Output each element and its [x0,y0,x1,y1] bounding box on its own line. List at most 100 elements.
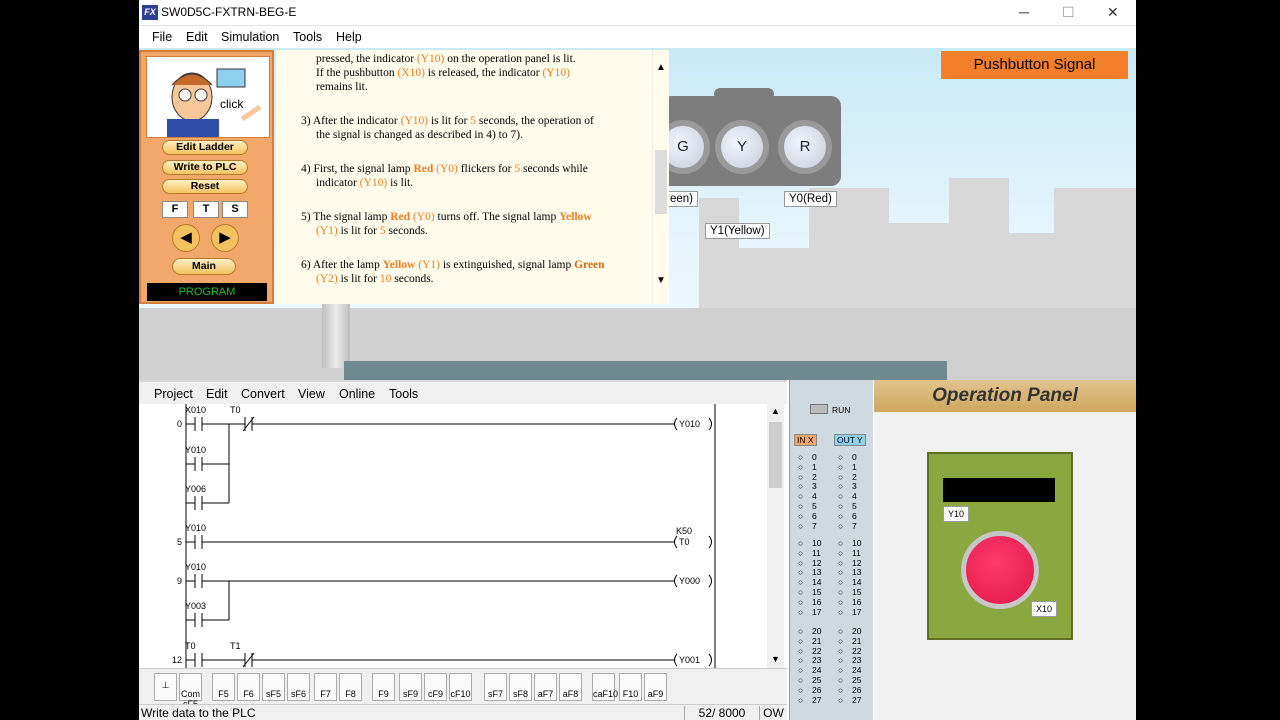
toolbar-button[interactable]: cF9 [424,673,447,701]
toolbar-button[interactable]: sF5 [262,673,285,701]
toolbar-button[interactable]: F10 [619,673,642,701]
contact-label: Y010 [185,445,207,455]
input-number: 21 [812,635,822,646]
write-to-plc-button[interactable]: Write to PLC [162,160,248,175]
output-number: 6 [852,510,857,521]
toolbar-button[interactable]: F9 [372,673,395,701]
menu-tools-ladder[interactable]: Tools [389,387,418,401]
toolbar-button[interactable]: F8 [339,673,362,701]
run-led [810,404,828,414]
building [809,188,889,328]
text: is lit. [387,177,414,189]
output-led: ○ [838,461,844,472]
ladder-menubar: Project Edit Convert View Online Tools [139,380,787,404]
text: remains lit. [316,81,368,93]
output-y-header: OUT Y [834,434,866,446]
text: seconds. [391,273,434,285]
reset-button[interactable]: Reset [162,179,248,194]
close-button[interactable]: ✕ [1107,4,1119,21]
menu-view[interactable]: View [298,387,325,401]
main-button[interactable]: Main [172,258,236,275]
ladder-scrollbar[interactable]: ▲ ▼ [767,404,784,668]
input-number: 27 [812,694,822,705]
input-number: 11 [812,547,821,558]
red-lamp: R [778,120,832,174]
toolbar-button[interactable]: aF8 [559,673,582,701]
control-box: Y10 X10 [927,452,1073,640]
input-number: 2 [812,471,817,482]
toolbar-button[interactable]: F5 [212,673,235,701]
scroll-up-icon[interactable]: ▲ [771,406,780,416]
text: Green [574,259,605,271]
lesson-scrollbar[interactable]: ▲ ▼ [652,50,669,304]
scroll-down-icon[interactable]: ▼ [656,275,666,286]
ladder-diagram[interactable]: 0 X010 T0 Y010 Y010 Y006 5 Y010 K50 T0 9… [139,404,787,668]
scroll-up-icon[interactable]: ▲ [656,62,666,73]
previous-arrow-icon[interactable]: ◀ [172,224,200,252]
maximize-button[interactable]: ☐ [1062,4,1075,21]
output-led: ○ [838,501,844,511]
menu-tools[interactable]: Tools [293,30,322,44]
step-number: 5 [177,537,183,547]
scroll-thumb[interactable] [769,422,782,488]
toolbar-tool-icon[interactable]: ⊥ [154,673,177,701]
input-number: 25 [812,675,822,685]
toolbar-button[interactable]: sF7 [484,673,507,701]
input-number: 5 [812,501,817,511]
input-number: 22 [812,645,822,656]
menu-file[interactable]: File [152,30,172,44]
title-bar: FX SW0D5C-FXTRN-BEG-E ─ ☐ ✕ [139,0,1136,26]
output-led: ○ [838,557,844,568]
input-number: 14 [812,577,822,588]
text: (Y10) [542,67,570,79]
output-number: 10 [852,538,862,548]
t-button[interactable]: T [193,201,219,218]
output-number: 14 [852,577,862,588]
toolbar-button[interactable]: Com cF5 [179,673,202,709]
contact-label: T0 [185,641,196,651]
pushbutton-x10[interactable] [961,531,1039,609]
output-number: 5 [852,501,857,511]
minimize-button[interactable]: ─ [1019,4,1029,20]
coil-label: Y010 [679,419,701,429]
text: (X10) [397,67,425,79]
menu-help[interactable]: Help [336,30,362,44]
menu-online[interactable]: Online [339,387,375,401]
output-led: ○ [838,471,844,482]
toolbar-button[interactable]: sF9 [399,673,422,701]
menu-project[interactable]: Project [154,387,193,401]
input-led: ○ [798,635,804,646]
text: Yellow [382,259,416,271]
toolbar-button[interactable]: sF8 [509,673,532,701]
menu-edit[interactable]: Edit [186,30,208,44]
toolbar-button[interactable]: sF6 [287,673,310,701]
scroll-down-icon[interactable]: ▼ [771,654,780,664]
text: is extinguished, signal lamp [439,259,575,271]
text: seconds. [385,225,428,237]
input-number: 4 [812,491,817,502]
output-led: ○ [838,596,844,607]
toolbar-button[interactable]: caF10 [592,673,618,701]
toolbar-button[interactable]: F7 [314,673,337,701]
output-led: ○ [838,635,844,646]
input-number: 0 [812,452,817,462]
edit-ladder-button[interactable]: Edit Ladder [162,140,248,155]
tutor-panel: click Edit Ladder Write to PLC Reset F T… [139,50,274,304]
scroll-thumb[interactable] [655,150,667,214]
tutor-character: click [146,56,270,138]
io-status-panel: RUN IN X OUT Y ○ 0 ○ 0 ○ 1 ○ 1 ○ 2 ○ 2 ○ 3 ○ 3 ○ 4 ○ 4 ○ 5 ○ 5 ○… [789,380,873,720]
menu-convert[interactable]: Convert [241,387,285,401]
menu-edit-ladder[interactable]: Edit [206,387,228,401]
toolbar-button[interactable]: F6 [237,673,260,701]
next-arrow-icon[interactable]: ▶ [211,224,239,252]
text: on the operation panel is lit. [444,53,576,65]
output-number: 7 [852,520,857,531]
run-label: RUN [832,405,851,415]
toolbar-button[interactable]: cF10 [449,673,472,701]
input-led: ○ [798,645,804,656]
toolbar-button[interactable]: aF7 [534,673,557,701]
toolbar-button[interactable]: aF9 [644,673,667,701]
s-button[interactable]: S [222,201,248,218]
menu-simulation[interactable]: Simulation [221,30,279,44]
f-button[interactable]: F [162,201,188,218]
